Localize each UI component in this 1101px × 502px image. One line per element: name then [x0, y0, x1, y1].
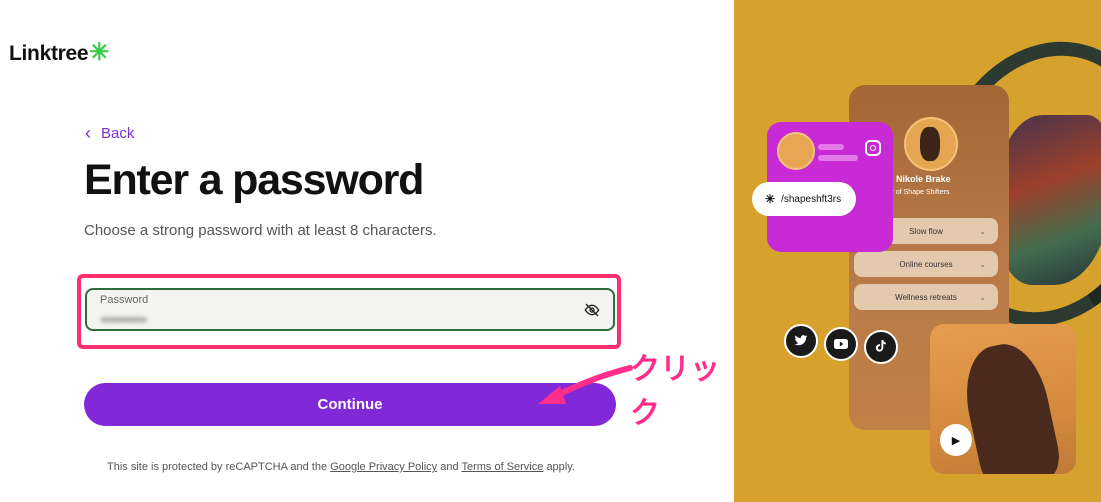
- social-avatar: [777, 132, 815, 170]
- profile-avatar: [904, 117, 958, 171]
- password-field[interactable]: Password: [85, 288, 615, 331]
- signup-panel: Linktree✳ ‹ Back Enter a password Choose…: [0, 0, 734, 502]
- footer-suffix: apply.: [546, 461, 575, 473]
- profile-url-pill: ✳ /shapeshft3rs: [752, 182, 856, 216]
- instagram-icon: [865, 140, 881, 156]
- linktree-logo[interactable]: Linktree✳: [9, 38, 109, 67]
- twitter-icon: [784, 324, 818, 358]
- terms-of-service-link[interactable]: Terms of Service: [461, 461, 543, 473]
- youtube-icon: [824, 327, 858, 361]
- annotation-arrow-icon: [538, 365, 633, 404]
- eye-slash-icon[interactable]: [583, 302, 601, 318]
- password-label: Password: [100, 294, 149, 306]
- placeholder-line: [818, 144, 844, 150]
- play-icon: ▶: [940, 424, 972, 456]
- annotation-label: クリック: [630, 353, 720, 430]
- footer-prefix: This site is protected by reCAPTCHA and …: [107, 461, 328, 473]
- preview-link-label: Slow flow: [909, 226, 943, 236]
- back-link[interactable]: ‹ Back: [85, 124, 134, 142]
- person-photo: [956, 337, 1064, 474]
- recaptcha-notice: This site is protected by reCAPTCHA and …: [107, 461, 575, 473]
- preview-link-label: Wellness retreats: [895, 292, 957, 302]
- profile-url: /shapeshft3rs: [781, 193, 842, 205]
- chevron-down-icon: ⌄: [979, 292, 986, 302]
- preview-link-2: Online courses ⌄: [854, 251, 998, 277]
- placeholder-line: [818, 155, 858, 161]
- preview-link-label: Online courses: [899, 259, 953, 269]
- promo-illustration: Nikole Brake under of Shape Shifters Slo…: [734, 0, 1101, 502]
- logo-text: Linktree: [9, 42, 89, 65]
- linktree-asterisk-icon: ✳: [765, 192, 776, 206]
- tiktok-icon: [864, 330, 898, 364]
- page-subtitle: Choose a strong password with at least 8…: [84, 222, 437, 239]
- visor-glass-illustration: [999, 115, 1101, 285]
- logo-asterisk-icon: ✳: [89, 39, 110, 66]
- password-input[interactable]: [99, 310, 573, 328]
- privacy-policy-link[interactable]: Google Privacy Policy: [330, 461, 437, 473]
- chevron-left-icon: ‹: [85, 123, 91, 143]
- chevron-down-icon: ⌄: [979, 259, 986, 269]
- chevron-down-icon: ⌄: [979, 226, 986, 236]
- page-title: Enter a password: [84, 156, 424, 204]
- footer-and: and: [440, 461, 459, 473]
- back-label: Back: [101, 124, 135, 142]
- profile-name: Nikole Brake: [896, 174, 951, 184]
- preview-link-3: Wellness retreats ⌄: [854, 284, 998, 310]
